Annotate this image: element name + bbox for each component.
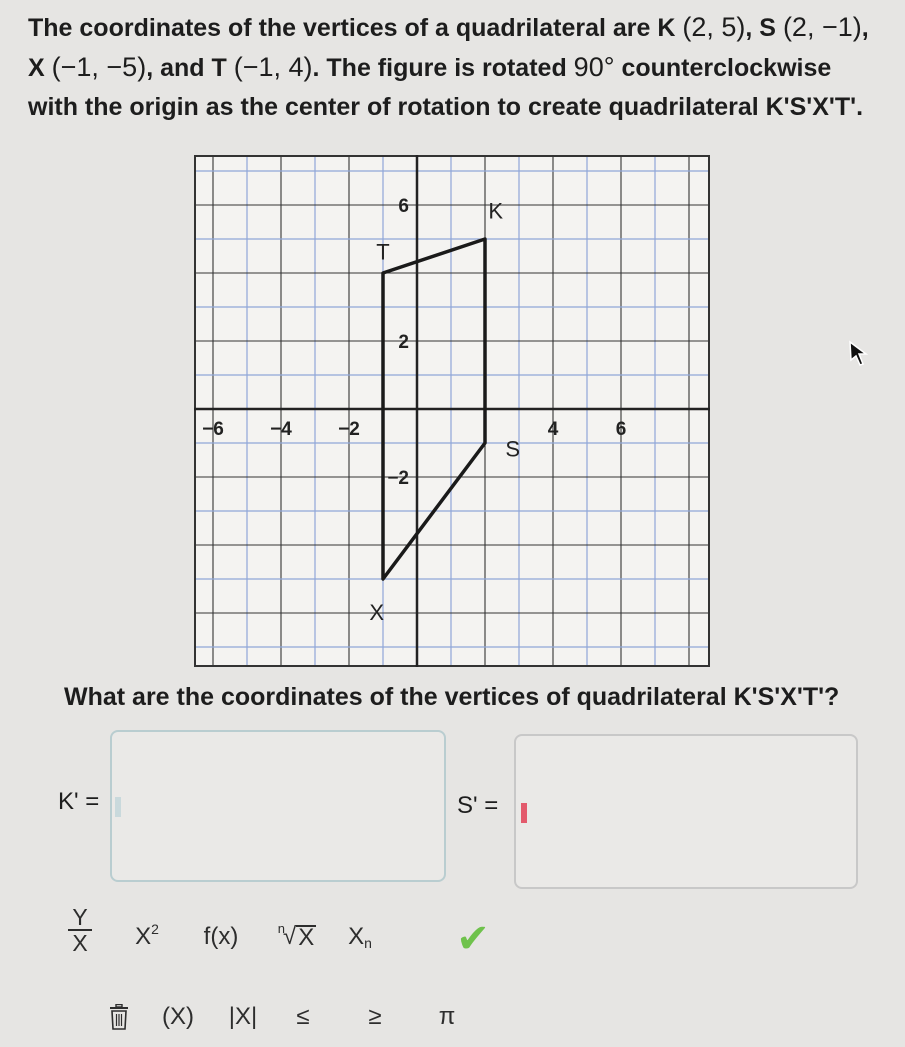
pi-button[interactable]: π bbox=[412, 992, 482, 1042]
axes bbox=[194, 155, 710, 667]
parentheses-button[interactable]: (X) bbox=[143, 992, 213, 1042]
vertex-label: T bbox=[376, 239, 389, 264]
vertex-labels: K T S X bbox=[369, 199, 520, 625]
k-coordinates: (2, 5) bbox=[682, 12, 746, 42]
y-tick-label: −2 bbox=[387, 468, 409, 489]
x-tick-label: −2 bbox=[338, 419, 360, 440]
t-coordinates: (−1, 4) bbox=[233, 52, 313, 82]
question-text: The coordinates of the vertices of a qua… bbox=[28, 12, 869, 121]
rotation-angle: 90° bbox=[573, 52, 615, 82]
subscript-button[interactable]: Xn bbox=[325, 912, 395, 962]
x-tick-label: 4 bbox=[548, 419, 559, 440]
k-prime-label: K' = bbox=[58, 788, 100, 815]
s-coordinates: (2, −1) bbox=[782, 12, 862, 42]
less-equal-button[interactable]: ≤ bbox=[268, 992, 338, 1042]
tick-labels: −6 −4 −2 4 6 6 2 −2 bbox=[202, 196, 626, 489]
prompt-text: What are the coordinates of the vertices… bbox=[64, 683, 840, 711]
checkmark-icon[interactable]: ✔ bbox=[438, 914, 508, 964]
s-prime-caret bbox=[521, 803, 527, 823]
x-coordinates: (−1, −5) bbox=[51, 52, 147, 82]
x-tick-label: −4 bbox=[270, 419, 292, 440]
vertex-label: S bbox=[505, 437, 520, 462]
x-tick-label: −6 bbox=[202, 419, 224, 440]
nth-root-button[interactable]: n √ X bbox=[262, 912, 332, 962]
vertex-label: X bbox=[369, 600, 384, 625]
k-prime-caret bbox=[115, 797, 121, 817]
y-tick-label: 2 bbox=[398, 332, 409, 353]
greater-equal-button[interactable]: ≥ bbox=[340, 992, 410, 1042]
coordinate-graph: −6 −4 −2 4 6 6 2 −2 K T S X bbox=[194, 155, 710, 667]
vertex-label: K bbox=[488, 199, 503, 224]
y-tick-label: 6 bbox=[398, 196, 409, 217]
graph-svg: −6 −4 −2 4 6 6 2 −2 K T S X bbox=[194, 155, 710, 667]
exponent-button[interactable]: X2 bbox=[112, 912, 182, 962]
graph-border bbox=[194, 155, 710, 667]
grid-lines bbox=[194, 155, 710, 667]
mouse-pointer-icon bbox=[849, 340, 869, 366]
k-prime-input[interactable] bbox=[110, 730, 446, 882]
fraction-button[interactable]: YX bbox=[45, 905, 115, 955]
s-prime-input[interactable] bbox=[514, 734, 858, 889]
s-prime-label: S' = bbox=[457, 792, 499, 819]
x-tick-label: 6 bbox=[616, 419, 627, 440]
function-button[interactable]: f(x) bbox=[186, 912, 256, 962]
